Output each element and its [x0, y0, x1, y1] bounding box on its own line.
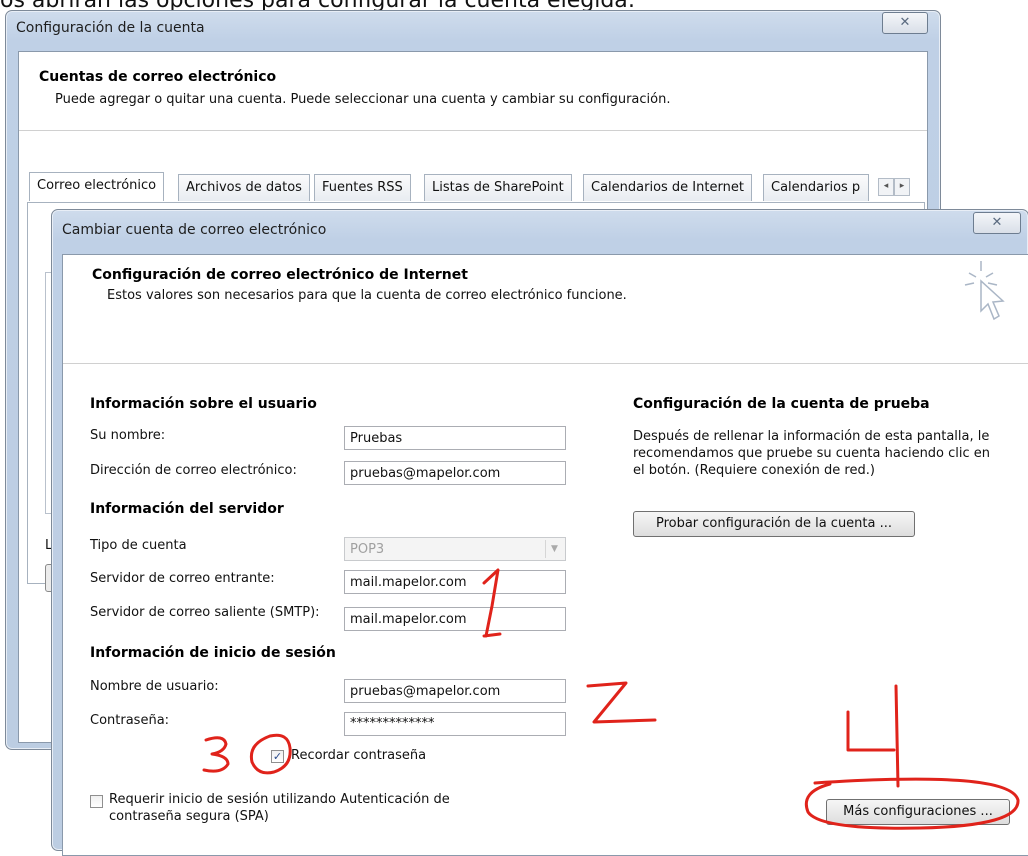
more-settings-button[interactable]: Más configuraciones ...	[826, 799, 1010, 825]
spa-label-line2: contraseña segura (SPA)	[109, 809, 269, 824]
internet-settings-heading: Configuración de correo electrónico de I…	[92, 267, 468, 283]
email-accounts-description: Puede agregar o quitar una cuenta. Puede…	[55, 92, 671, 107]
tab-internet-calendars[interactable]: Calendarios de Internet	[583, 174, 752, 201]
change-account-title: Cambiar cuenta de correo electrónico	[62, 222, 327, 238]
tab-rss-feeds[interactable]: Fuentes RSS	[314, 174, 411, 201]
username-field[interactable]: pruebas@mapelor.com	[344, 679, 566, 703]
chevron-left-icon: ◂	[883, 181, 889, 191]
test-settings-text-1: Después de rellenar la información de es…	[633, 429, 990, 444]
name-label: Su nombre:	[90, 428, 166, 443]
spa-checkbox[interactable]	[90, 795, 103, 808]
close-icon: ✕	[899, 15, 911, 30]
account-settings-title: Configuración de la cuenta	[16, 20, 205, 36]
test-settings-text-3: el botón. (Requiere conexión de red.)	[633, 463, 875, 478]
tab-sharepoint-lists[interactable]: Listas de SharePoint	[424, 174, 572, 201]
close-button[interactable]: ✕	[882, 12, 928, 34]
change-account-client: Configuración de correo electrónico de I…	[62, 254, 1028, 856]
cursor-sparkle-icon	[961, 259, 1013, 323]
user-info-heading: Información sobre el usuario	[90, 396, 317, 412]
test-settings-text-2: recomendamos que pruebe su cuenta hacien…	[633, 446, 991, 461]
tab-scroll-left[interactable]: ◂	[878, 178, 894, 196]
header-divider	[19, 130, 927, 131]
close-button[interactable]: ✕	[973, 212, 1021, 234]
chevron-down-icon: ▼	[545, 540, 563, 558]
close-icon: ✕	[991, 215, 1003, 230]
change-account-window: Cambiar cuenta de correo electrónico ✕ C…	[51, 209, 1028, 856]
email-label: Dirección de correo electrónico:	[90, 463, 297, 478]
test-settings-heading: Configuración de la cuenta de prueba	[633, 396, 930, 412]
chevron-right-icon: ▸	[899, 181, 905, 191]
spa-label-line1: Requerir inicio de sesión utilizando Aut…	[109, 792, 450, 807]
email-accounts-heading: Cuentas de correo electrónico	[39, 69, 277, 85]
test-account-settings-button[interactable]: Probar configuración de la cuenta ...	[633, 511, 915, 537]
password-field[interactable]: *************	[344, 712, 566, 736]
tab-data-files[interactable]: Archivos de datos	[178, 174, 310, 201]
tab-scroll-right[interactable]: ▸	[894, 178, 910, 196]
username-label: Nombre de usuario:	[90, 679, 219, 694]
email-field[interactable]: pruebas@mapelor.com	[344, 461, 566, 485]
tab-email[interactable]: Correo electrónico	[29, 172, 165, 201]
account-type-value: POP3	[350, 542, 385, 557]
logon-info-heading: Información de inicio de sesión	[90, 645, 336, 661]
outgoing-server-label: Servidor de correo saliente (SMTP):	[90, 605, 320, 620]
account-type-select: POP3 ▼	[344, 537, 566, 561]
tab-strip: Correo electrónico Archivos de datos Fue…	[25, 172, 925, 202]
incoming-server-label: Servidor de correo entrante:	[90, 571, 275, 586]
incoming-server-field[interactable]: mail.mapelor.com	[344, 570, 566, 594]
remember-password-checkbox[interactable]: ✓	[271, 750, 284, 763]
outgoing-server-field[interactable]: mail.mapelor.com	[344, 607, 566, 631]
password-label: Contraseña:	[90, 713, 170, 728]
remember-password-label: Recordar contraseña	[291, 748, 427, 763]
tab-published-calendars[interactable]: Calendarios p	[763, 174, 869, 201]
account-type-label: Tipo de cuenta	[90, 538, 187, 553]
internet-settings-description: Estos valores son necesarios para que la…	[107, 288, 627, 303]
name-field[interactable]: Pruebas	[344, 426, 566, 450]
header-divider	[63, 363, 1028, 364]
server-info-heading: Información del servidor	[90, 501, 284, 517]
